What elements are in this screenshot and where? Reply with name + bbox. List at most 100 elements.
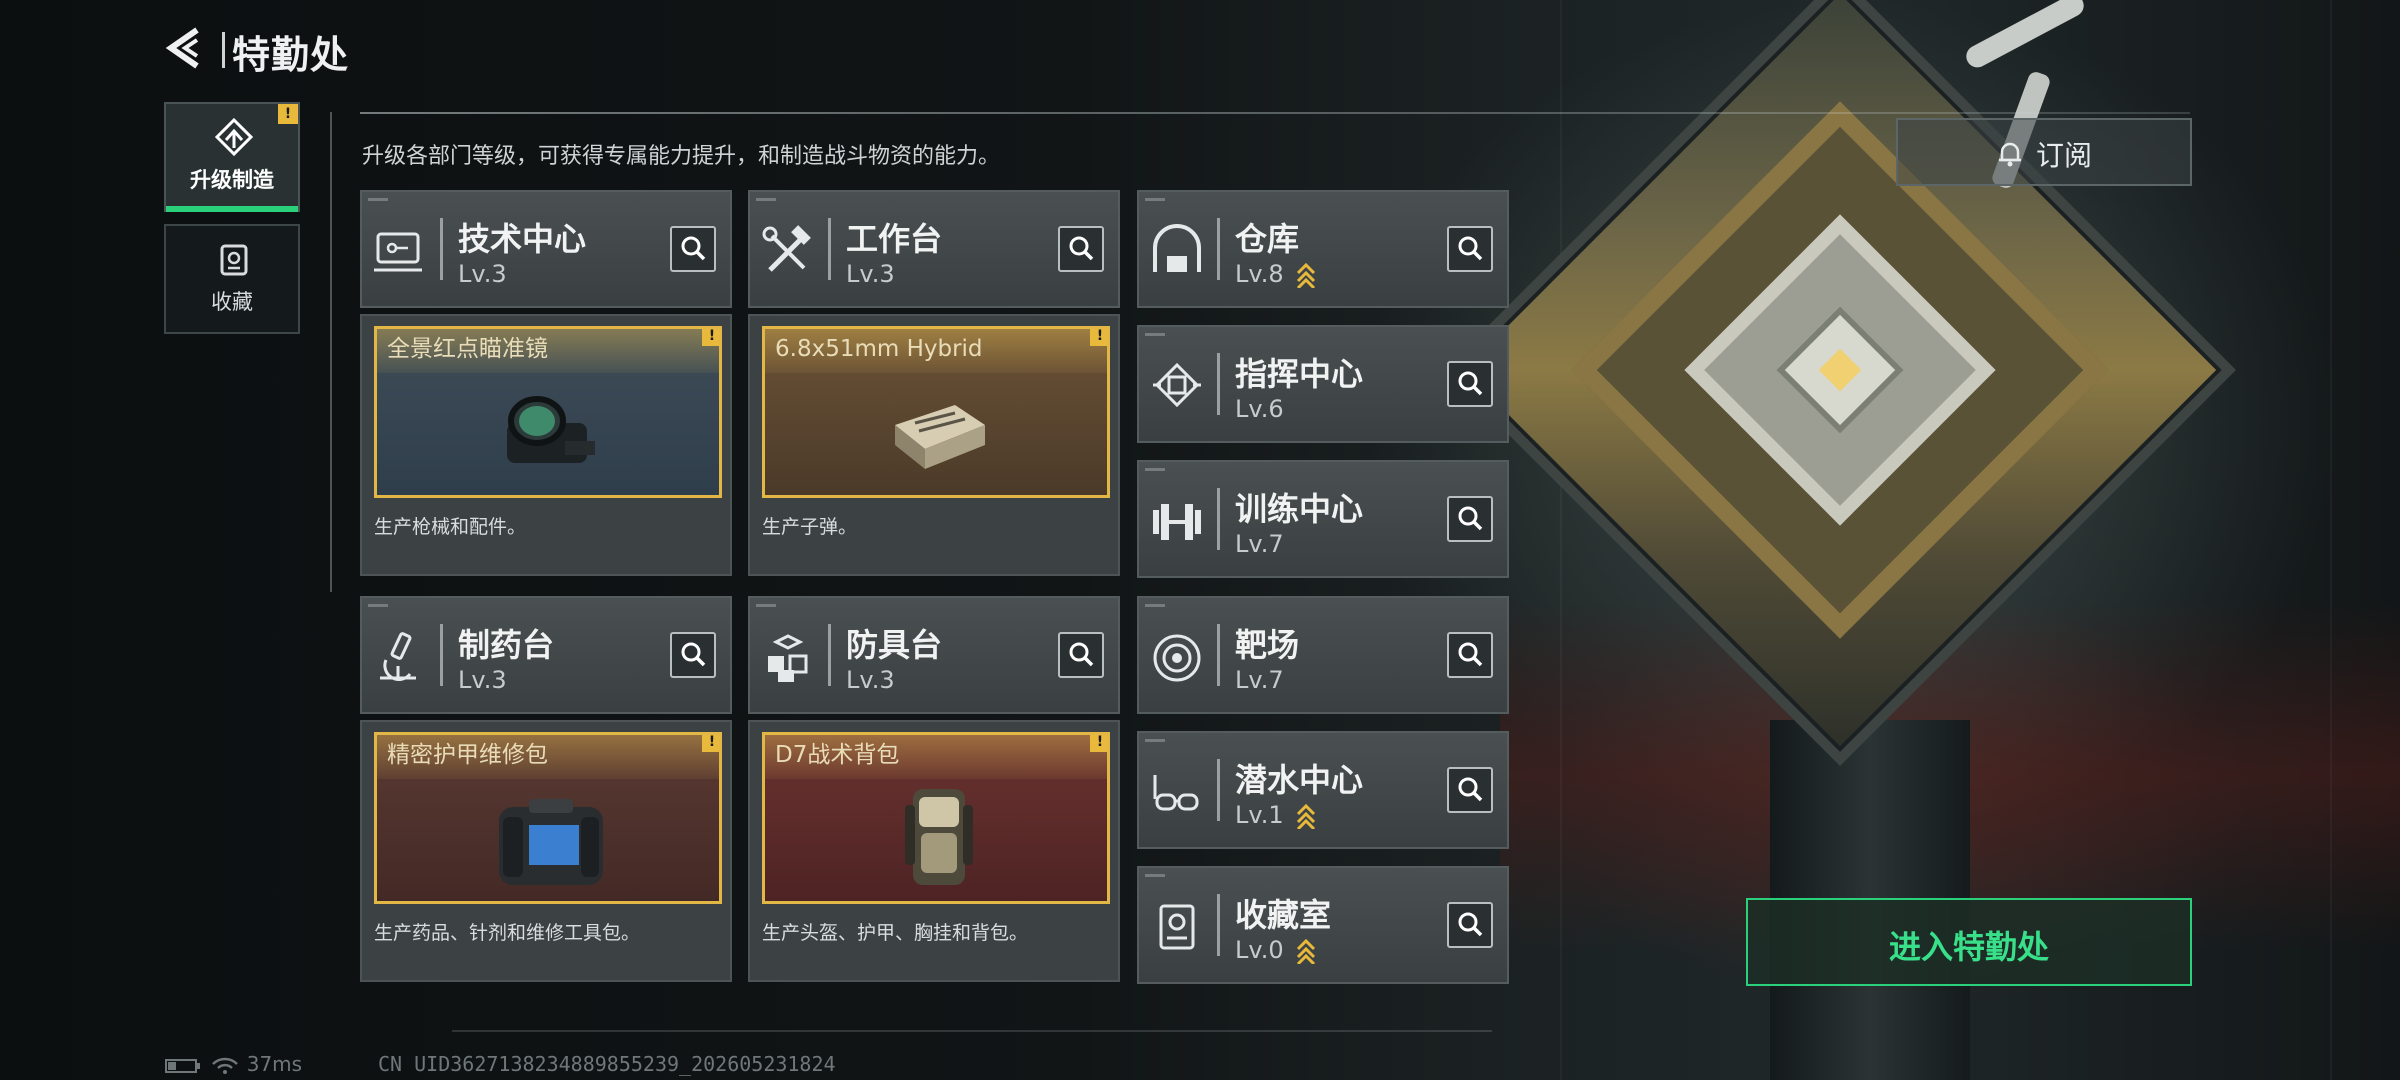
page-description: 升级各部门等级，可获得专属能力提升，和制造战斗物资的能力。 <box>362 144 1001 169</box>
production-panel: 精密护甲维修包 ! 生产药品、针剂和维修工具包。 <box>360 720 732 982</box>
facility-level: Lv.8 <box>1235 260 1284 288</box>
target-icon <box>1153 634 1201 682</box>
facility-card-dive-center[interactable]: 潜水中心 Lv.1 <box>1137 731 1509 849</box>
warehouse-icon <box>1153 224 1201 272</box>
facility-name: 仓库 <box>1235 220 1300 258</box>
card-corner-mark <box>756 604 776 607</box>
magnifier-icon <box>1458 912 1483 937</box>
facility-name: 工作台 <box>846 220 943 258</box>
facility-card-training-center[interactable]: 训练中心 Lv.7 <box>1137 460 1509 578</box>
notification-badge: ! <box>702 329 719 346</box>
search-button[interactable] <box>1447 632 1493 678</box>
status-indicators: 37ms <box>164 1052 302 1076</box>
magnifier-icon <box>1458 506 1483 531</box>
facility-card-collection-room[interactable]: 收藏室 Lv.0 <box>1137 866 1509 984</box>
facility-card-shooting-range[interactable]: 靶场 Lv.7 <box>1137 596 1509 714</box>
robot-arm-illustration <box>1962 0 2088 72</box>
production-item-card[interactable]: D7战术背包 ! <box>762 732 1110 904</box>
search-button[interactable] <box>1058 632 1104 678</box>
facility-name: 防具台 <box>846 626 943 664</box>
production-panel: D7战术背包 ! 生产头盔、护甲、胸挂和背包。 <box>748 720 1120 982</box>
facility-level: Lv.3 <box>846 666 895 694</box>
bell-icon <box>1999 142 2021 167</box>
notification-badge: ! <box>278 104 298 124</box>
production-item-card[interactable]: 精密护甲维修包 ! <box>374 732 722 904</box>
facility-level: Lv.3 <box>846 260 895 288</box>
dumbbell-icon <box>1153 504 1201 540</box>
facility-level: Lv.1 <box>1235 801 1284 829</box>
armor-repair-kit-image <box>499 799 603 885</box>
card-corner-mark <box>1145 739 1165 742</box>
facility-name: 训练中心 <box>1235 490 1364 528</box>
tab-upgrade-craft[interactable]: 升级制造 ! <box>164 102 300 212</box>
goggles-icon <box>1153 775 1199 811</box>
magnifier-icon <box>681 642 706 667</box>
facility-level: Lv.6 <box>1235 395 1284 423</box>
special-ops-screen: 特勤处 升级各部门等级，可获得专属能力提升，和制造战斗物资的能力。 升级制造 !… <box>0 0 2400 1080</box>
search-button[interactable] <box>1447 767 1493 813</box>
facility-card-workbench[interactable]: 工作台 Lv.3 <box>748 190 1120 308</box>
content-divider <box>330 112 332 592</box>
enter-special-ops-button[interactable]: 进入特勤处 <box>1746 898 2192 986</box>
active-tab-indicator <box>166 206 298 212</box>
card-separator <box>1217 894 1220 956</box>
red-dot-sight-image <box>507 396 595 463</box>
search-button[interactable] <box>1447 902 1493 948</box>
card-separator <box>828 624 831 686</box>
hammer-wrench-icon <box>762 225 811 272</box>
blocks-icon <box>768 634 808 682</box>
subscribe-button[interactable]: 订阅 <box>1896 118 2192 186</box>
facility-card-armor-bench[interactable]: 防具台 Lv.3 <box>748 596 1120 714</box>
production-panel: 全景红点瞄准镜 ! 生产枪械和配件。 <box>360 314 732 576</box>
facility-level: Lv.7 <box>1235 530 1284 558</box>
upgrade-available-icon <box>1296 262 1316 288</box>
card-corner-mark <box>368 604 388 607</box>
notification-badge: ! <box>1090 735 1107 752</box>
production-item-card[interactable]: 全景红点瞄准镜 ! <box>374 326 722 498</box>
page-title: 特勤处 <box>232 33 350 77</box>
back-arrow-icon <box>165 27 199 69</box>
card-separator <box>1217 759 1220 821</box>
facility-level: Lv.3 <box>458 666 507 694</box>
facility-level: Lv.0 <box>1235 936 1284 964</box>
facility-card-pharmacy[interactable]: 制药台 Lv.3 <box>360 596 732 714</box>
card-corner-mark <box>1145 604 1165 607</box>
facility-level: Lv.7 <box>1235 666 1284 694</box>
back-button[interactable] <box>163 26 207 70</box>
search-button[interactable] <box>670 632 716 678</box>
production-description: 生产子弹。 <box>762 516 858 538</box>
facility-card-warehouse[interactable]: 仓库 Lv.8 <box>1137 190 1509 308</box>
tactical-backpack-image <box>905 789 973 885</box>
production-item-card[interactable]: 6.8x51mm Hybrid ! <box>762 326 1110 498</box>
production-description: 生产枪械和配件。 <box>374 516 527 538</box>
search-button[interactable] <box>1447 361 1493 407</box>
card-corner-mark <box>1145 198 1165 201</box>
facility-card-command-center[interactable]: 指挥中心 Lv.6 <box>1137 325 1509 443</box>
search-button[interactable] <box>1447 226 1493 272</box>
notification-badge: ! <box>702 735 719 752</box>
bottom-divider <box>452 1030 1492 1032</box>
tab-collection[interactable]: 收藏 <box>164 224 300 334</box>
search-button[interactable] <box>1058 226 1104 272</box>
facility-level: Lv.3 <box>458 260 507 288</box>
tab-label: 升级制造 <box>190 168 274 192</box>
card-separator <box>440 218 443 280</box>
magnifier-icon <box>1069 642 1094 667</box>
search-button[interactable] <box>1447 496 1493 542</box>
facility-name: 技术中心 <box>458 220 587 258</box>
header-divider <box>360 112 2190 114</box>
facility-name: 潜水中心 <box>1235 761 1364 799</box>
chip-icon <box>1153 362 1201 408</box>
production-item-name: 精密护甲维修包 <box>377 735 719 779</box>
monitor-icon <box>374 232 422 272</box>
production-description: 生产药品、针剂和维修工具包。 <box>374 922 641 944</box>
upgrade-arrow-icon <box>214 118 254 157</box>
background-line <box>1560 0 1562 1080</box>
card-corner-mark <box>1145 333 1165 336</box>
upgrade-available-icon <box>1296 938 1316 964</box>
facility-card-tech-center[interactable]: 技术中心 Lv.3 <box>360 190 732 308</box>
magnifier-icon <box>1458 371 1483 396</box>
search-button[interactable] <box>670 226 716 272</box>
card-separator <box>1217 488 1220 550</box>
subscribe-label: 订阅 <box>2036 139 2093 172</box>
